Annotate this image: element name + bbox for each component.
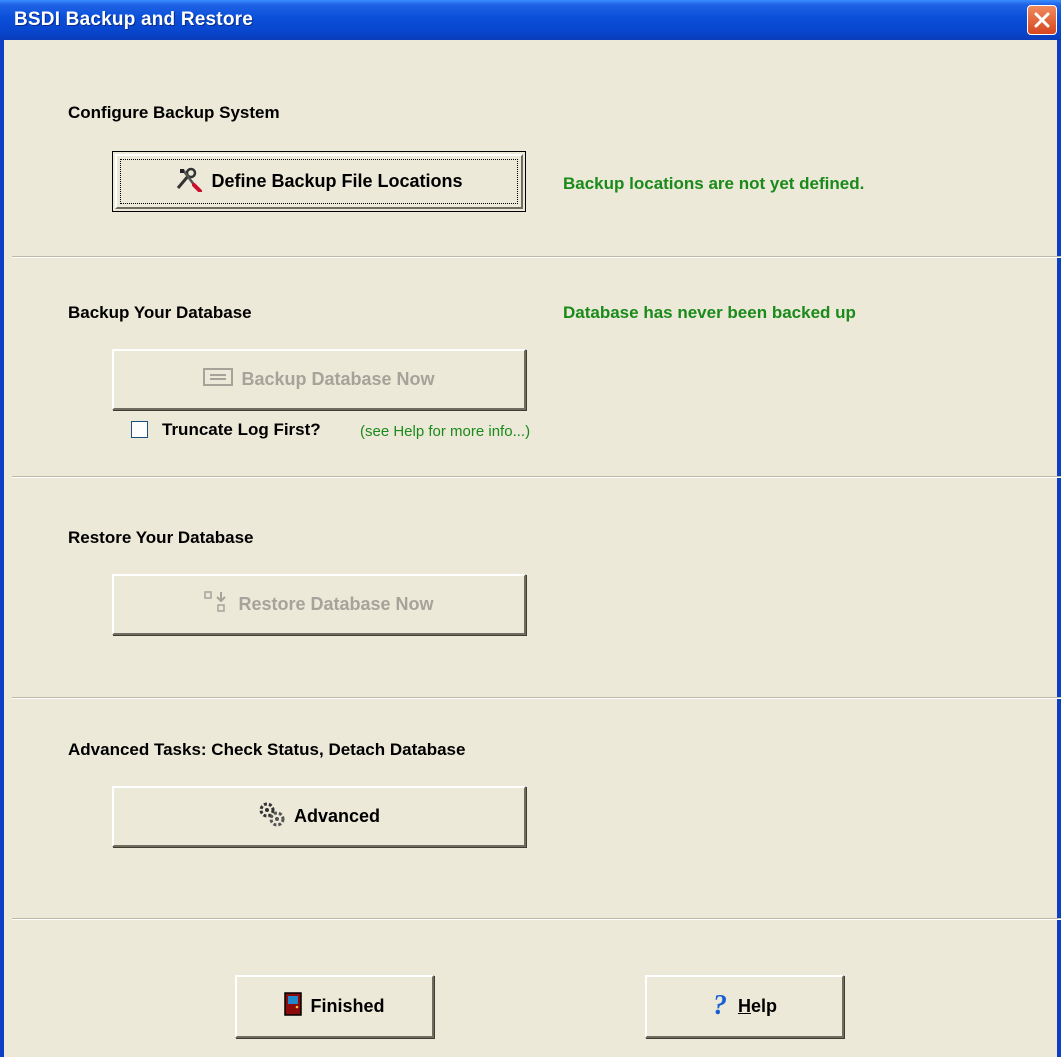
separator (12, 256, 1061, 258)
configure-heading: Configure Backup System (68, 103, 280, 122)
tools-icon (175, 166, 203, 197)
backup-icon (203, 367, 234, 392)
backup-heading: Backup Your Database (68, 303, 252, 322)
door-icon (284, 992, 303, 1021)
define-backup-locations-label: Define Backup File Locations (211, 171, 463, 191)
advanced-label: Advanced (293, 806, 381, 826)
advanced-button[interactable]: Advanced (112, 786, 526, 847)
restore-icon (204, 590, 230, 619)
separator (12, 697, 1061, 699)
finished-button[interactable]: Finished (235, 975, 434, 1038)
separator (12, 476, 1061, 478)
help-button[interactable]: ? Help (645, 975, 844, 1038)
backup-database-button[interactable]: Backup Database Now (112, 349, 526, 410)
finished-label: Finished (310, 996, 385, 1016)
locations-status: Backup locations are not yet defined. (563, 174, 865, 193)
restore-heading: Restore Your Database (68, 528, 254, 547)
separator (12, 918, 1061, 920)
define-backup-locations-button[interactable]: Define Backup File Locations (112, 151, 526, 212)
restore-database-button[interactable]: Restore Database Now (112, 574, 526, 635)
truncate-log-checkbox[interactable] (131, 421, 148, 438)
help-question-icon: ? (712, 990, 730, 1022)
title-bar[interactable]: BSDI Backup and Restore (0, 0, 1061, 40)
backup-database-label: Backup Database Now (241, 369, 435, 389)
window-title: BSDI Backup and Restore (14, 9, 253, 30)
backup-status: Database has never been backed up (563, 303, 856, 322)
close-icon (1034, 12, 1050, 28)
close-button[interactable] (1027, 5, 1057, 35)
svg-text:?: ? (713, 991, 727, 1017)
truncate-log-label[interactable]: Truncate Log First? (162, 420, 321, 440)
restore-database-label: Restore Database Now (238, 594, 434, 614)
advanced-heading: Advanced Tasks: Check Status, Detach Dat… (68, 740, 466, 759)
gears-icon (258, 801, 286, 832)
backup-restore-window: BSDI Backup and Restore Configure Backup… (0, 0, 1061, 1057)
help-label: Help (737, 996, 777, 1016)
truncate-log-hint: (see Help for more info...) (360, 423, 531, 440)
